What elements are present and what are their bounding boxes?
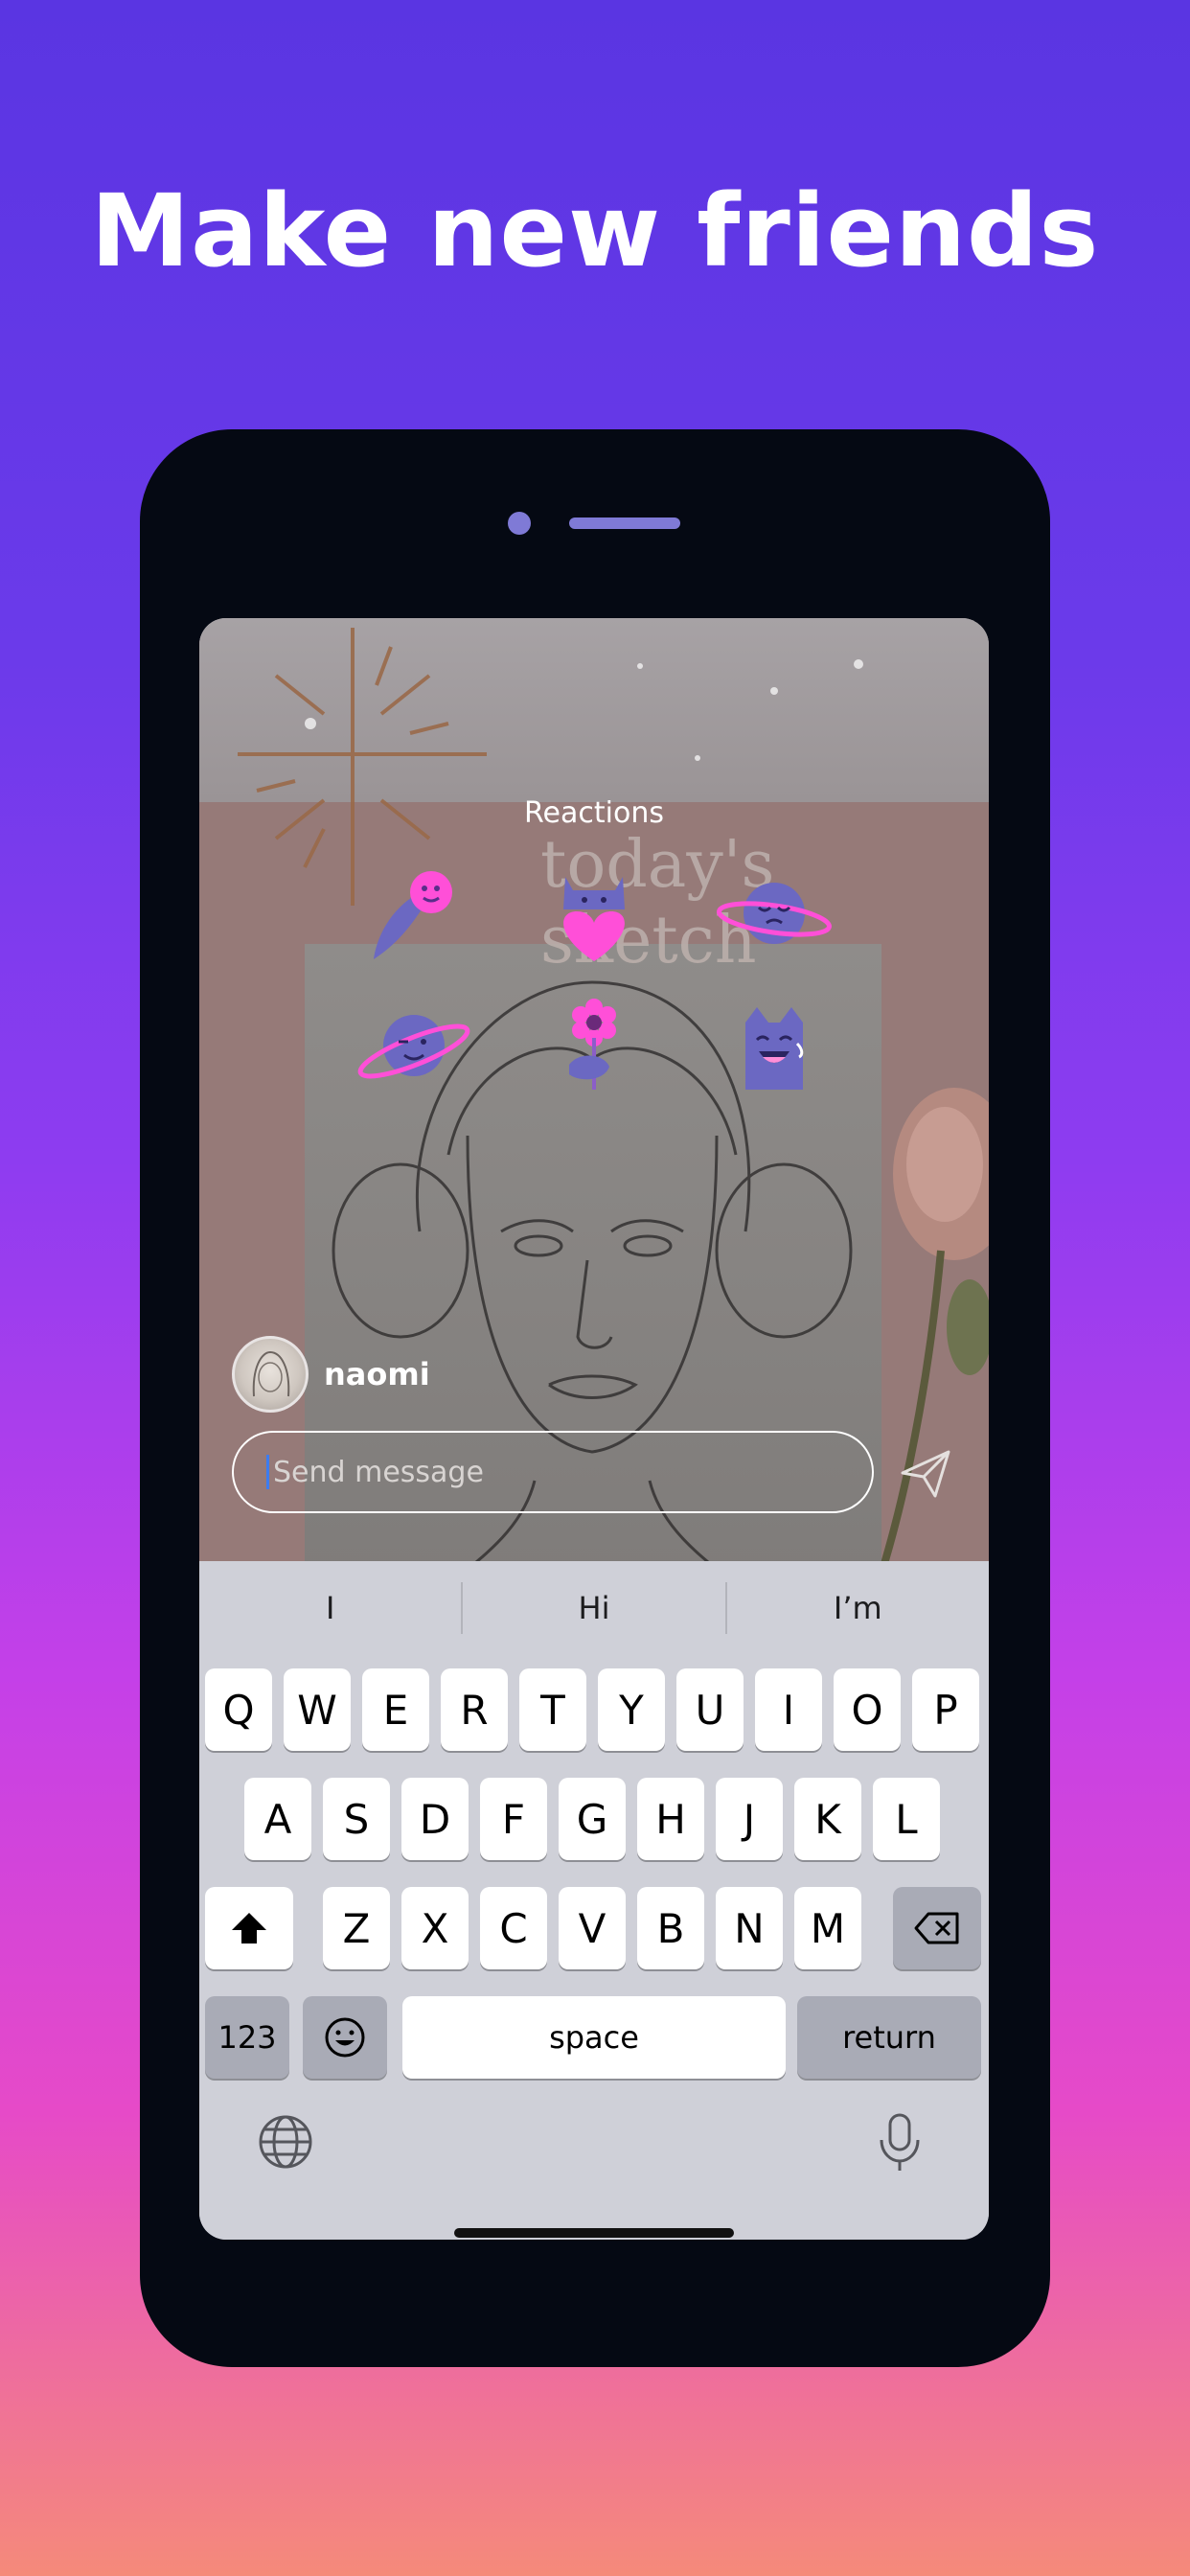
key-t[interactable]: T bbox=[519, 1668, 586, 1751]
key-s[interactable]: S bbox=[323, 1778, 390, 1860]
on-screen-keyboard: I Hi I’m Q W E R T Y U I O P A S D F G H bbox=[199, 1561, 989, 2240]
key-r[interactable]: R bbox=[441, 1668, 508, 1751]
key-i[interactable]: I bbox=[755, 1668, 822, 1751]
key-a[interactable]: A bbox=[244, 1778, 311, 1860]
camera-dot bbox=[508, 512, 531, 535]
username[interactable]: naomi bbox=[324, 1356, 430, 1392]
key-o[interactable]: O bbox=[834, 1668, 901, 1751]
comet-reaction-icon[interactable] bbox=[360, 863, 475, 969]
key-x[interactable]: X bbox=[401, 1887, 469, 1969]
avatar-portrait bbox=[252, 1350, 290, 1397]
message-field[interactable] bbox=[232, 1431, 874, 1513]
suggestion-2[interactable]: Hi bbox=[463, 1582, 724, 1634]
key-w[interactable]: W bbox=[284, 1668, 351, 1751]
key-d[interactable]: D bbox=[401, 1778, 469, 1860]
microphone-icon[interactable] bbox=[876, 2111, 924, 2173]
send-icon[interactable] bbox=[897, 1444, 954, 1502]
shift-icon bbox=[232, 1913, 266, 1944]
reactions-heading: Reactions bbox=[524, 796, 664, 830]
key-v[interactable]: V bbox=[559, 1887, 626, 1969]
phone-screen: today's sketch Reactions naomi Send mess… bbox=[199, 618, 989, 2240]
suggestion-1[interactable]: I bbox=[199, 1582, 461, 1634]
shift-key[interactable] bbox=[205, 1887, 293, 1969]
send-message-input[interactable] bbox=[271, 1454, 812, 1490]
phone-frame: today's sketch Reactions naomi Send mess… bbox=[140, 429, 1050, 2367]
key-n[interactable]: N bbox=[716, 1887, 783, 1969]
key-e[interactable]: E bbox=[362, 1668, 429, 1751]
wink-planet-reaction-icon[interactable] bbox=[356, 994, 471, 1099]
flower-reaction-icon[interactable] bbox=[537, 994, 652, 1099]
page-headline: Make new friends bbox=[90, 172, 1100, 289]
story-author[interactable]: naomi bbox=[232, 1333, 430, 1415]
key-k[interactable]: K bbox=[794, 1778, 861, 1860]
key-u[interactable]: U bbox=[676, 1668, 744, 1751]
emoji-key[interactable] bbox=[303, 1996, 387, 2079]
heart-cat-reaction-icon[interactable] bbox=[537, 862, 652, 967]
story-view: today's sketch Reactions naomi Send mess… bbox=[199, 618, 989, 1561]
return-key[interactable]: return bbox=[797, 1996, 981, 2079]
suggestion-bar: I Hi I’m bbox=[199, 1582, 989, 1634]
suggestion-3[interactable]: I’m bbox=[727, 1582, 989, 1634]
key-j[interactable]: J bbox=[716, 1778, 783, 1860]
key-h[interactable]: H bbox=[637, 1778, 704, 1860]
space-key[interactable]: space bbox=[402, 1996, 786, 2079]
delete-key[interactable] bbox=[893, 1887, 981, 1969]
key-b[interactable]: B bbox=[637, 1887, 704, 1969]
globe-icon[interactable] bbox=[257, 2113, 314, 2171]
key-z[interactable]: Z bbox=[323, 1887, 390, 1969]
key-c[interactable]: C bbox=[480, 1887, 547, 1969]
key-q[interactable]: Q bbox=[205, 1668, 272, 1751]
key-g[interactable]: G bbox=[559, 1778, 626, 1860]
key-y[interactable]: Y bbox=[598, 1668, 665, 1751]
sleepy-planet-reaction-icon[interactable] bbox=[717, 862, 832, 967]
speaker-slot bbox=[569, 518, 680, 529]
laughing-cat-reaction-icon[interactable] bbox=[717, 994, 832, 1099]
home-indicator[interactable] bbox=[454, 2228, 734, 2238]
emoji-icon bbox=[325, 2017, 365, 2058]
key-l[interactable]: L bbox=[873, 1778, 940, 1860]
key-p[interactable]: P bbox=[912, 1668, 979, 1751]
text-caret bbox=[266, 1455, 269, 1489]
backspace-icon bbox=[914, 1912, 959, 1944]
key-f[interactable]: F bbox=[480, 1778, 547, 1860]
avatar[interactable] bbox=[232, 1336, 309, 1413]
numbers-key[interactable]: 123 bbox=[205, 1996, 289, 2079]
key-m[interactable]: M bbox=[794, 1887, 861, 1969]
